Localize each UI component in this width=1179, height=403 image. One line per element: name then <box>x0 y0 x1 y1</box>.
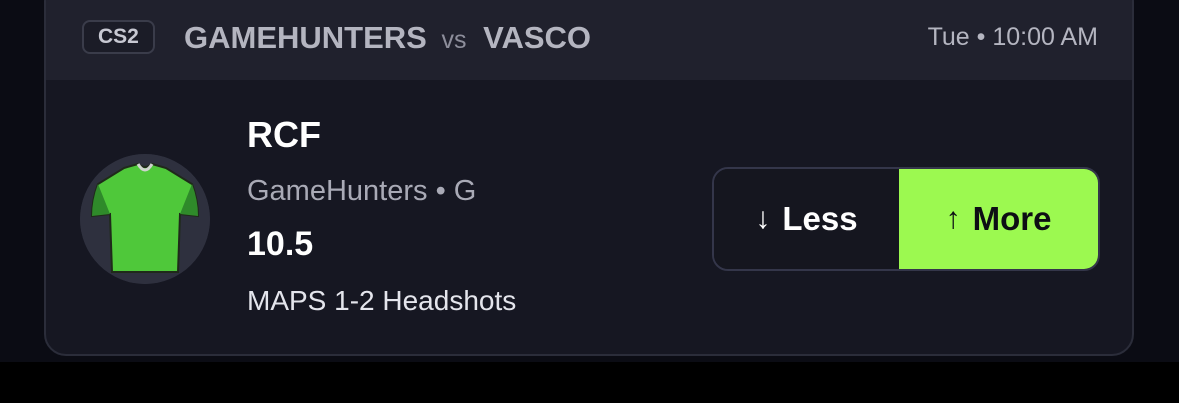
player-name: RCF <box>247 114 321 155</box>
matchup: GAMEHUNTERS vs VASCO <box>184 20 591 58</box>
vs-label: vs <box>441 26 467 54</box>
less-label: Less <box>782 200 858 237</box>
pick-toggle: ↓ Less ↑ More <box>712 167 1100 271</box>
arrow-down-icon: ↓ <box>755 202 771 235</box>
team-away: VASCO <box>483 20 592 55</box>
projection-line: 10.5 <box>247 225 314 263</box>
stat-name: MAPS 1-2 Headshots <box>247 285 517 316</box>
projection-card[interactable]: CS2 GAMEHUNTERS vs VASCO Tue • 10:00 AM … <box>44 0 1134 356</box>
jersey-icon <box>80 154 210 284</box>
arrow-up-icon: ↑ <box>945 202 961 235</box>
less-button[interactable]: ↓ Less <box>714 169 899 269</box>
more-button[interactable]: ↑ More <box>899 169 1098 269</box>
team-home: GAMEHUNTERS <box>184 20 427 55</box>
player-team-position: GameHunters • G <box>247 175 477 207</box>
bottom-band <box>0 362 1179 403</box>
game-badge: CS2 <box>82 20 155 54</box>
card-header: CS2 GAMEHUNTERS vs VASCO Tue • 10:00 AM <box>46 0 1132 80</box>
game-time: Tue • 10:00 AM <box>927 23 1098 51</box>
avatar <box>80 154 210 284</box>
more-label: More <box>972 200 1052 237</box>
